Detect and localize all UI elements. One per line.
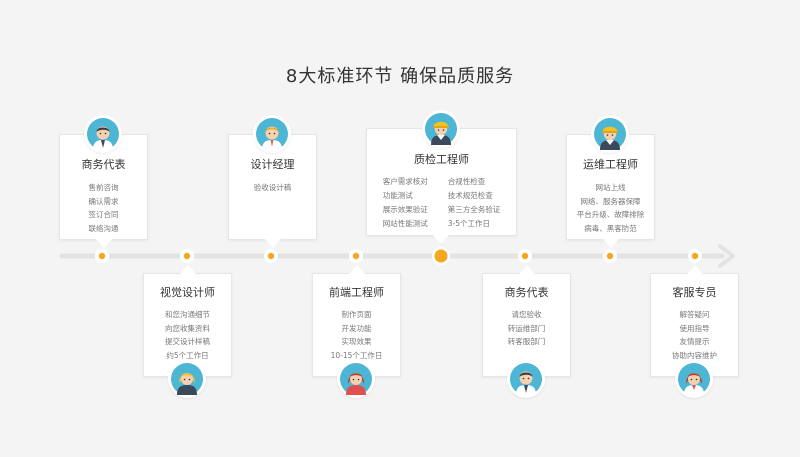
duty-item: 友情提示 — [679, 337, 710, 346]
card-pointer — [687, 265, 703, 274]
role-title: 设计经理 — [250, 158, 295, 171]
timeline-dot — [349, 249, 363, 263]
role-title: 商务代表 — [81, 158, 126, 171]
duty-item: 联络沟通 — [88, 223, 119, 233]
duty-item: 使用指导 — [679, 323, 710, 333]
role-duties: 网站上线 网络、服务器保障 平台升级、故障排除 病毒、黑客防范 — [567, 181, 654, 235]
duty-item: 确认需求 — [88, 196, 119, 206]
timeline-dot — [180, 249, 194, 263]
duty-item: 提交设计样稿 — [165, 337, 210, 346]
duty-item: 售前咨询 — [88, 183, 119, 192]
duty-item: 网络、服务器保障 — [580, 196, 641, 206]
card-pointer — [180, 265, 196, 274]
female-designer-avatar-icon — [168, 360, 206, 398]
duty-item: 转运维部门 — [507, 323, 546, 333]
male-design-manager-avatar-icon — [253, 115, 291, 153]
duty-item: 技术规范检查 — [447, 191, 493, 200]
role-title: 视觉设计师 — [160, 286, 215, 299]
duty-item: 客户需求核对 — [382, 177, 428, 186]
duty-item: 转客服部门 — [507, 337, 546, 346]
female-support-avatar-icon — [675, 360, 713, 398]
card-pointer — [433, 235, 449, 244]
role-duties: 请您验收 转运维部门 转客服部门 — [483, 308, 570, 349]
timeline-dot-highlight — [432, 247, 450, 265]
role-duties: 和您沟通细节 向您收集资料 提交设计样稿 约5个工作日 — [144, 308, 231, 362]
engineer-hardhat-avatar-icon — [591, 115, 629, 153]
female-frontend-avatar-icon — [337, 360, 375, 398]
duty-item: 请您验收 — [511, 310, 542, 319]
duty-item: 展示效果验证 — [382, 205, 428, 214]
role-title: 客服专员 — [672, 286, 717, 299]
role-duties: 解答疑问 使用指导 友情提示 协助内容维护 — [651, 308, 738, 362]
duties-column-right: 合规性检查 技术规范检查 第三方全务验证 3-5个工作日 — [448, 175, 501, 231]
duty-item: 实现效果 — [341, 337, 372, 346]
duty-item: 第三方全务验证 — [447, 205, 501, 214]
duty-item: 验收设计稿 — [253, 183, 292, 192]
duty-item: 功能测试 — [382, 191, 413, 200]
engineer-hardhat-avatar-icon — [422, 110, 460, 148]
duty-item: 平台升级、故障排除 — [576, 210, 645, 219]
card-pointer — [96, 239, 112, 248]
role-title: 运维工程师 — [583, 158, 638, 171]
duty-item: 签订合同 — [88, 210, 119, 219]
duty-item: 开发功能 — [341, 323, 372, 333]
role-title: 商务代表 — [504, 286, 549, 299]
duty-item: 网站性能测试 — [382, 219, 428, 228]
duty-item: 解答疑问 — [679, 310, 710, 319]
timeline-dot — [518, 249, 532, 263]
duty-item: 3-5个工作日 — [447, 219, 490, 228]
duty-item: 网站上线 — [595, 183, 626, 192]
timeline-dot — [603, 249, 617, 263]
duty-item: 制作页面 — [341, 310, 372, 319]
card-pointer — [265, 239, 281, 248]
male-business-rep-avatar-icon — [84, 115, 122, 153]
card-pointer — [519, 265, 535, 274]
duties-column-left: 客户需求核对 功能测试 展示效果验证 网站性能测试 — [383, 175, 428, 231]
card-pointer — [349, 265, 365, 274]
role-duties: 售前咨询 确认需求 签订合同 联络沟通 — [60, 181, 147, 235]
role-duties: 验收设计稿 — [229, 181, 316, 195]
duty-item: 病毒、黑客防范 — [584, 223, 637, 233]
timeline-dot — [264, 249, 278, 263]
role-duties: 制作页面 开发功能 实现效果 10-15个工作日 — [313, 308, 400, 362]
duty-item: 合规性检查 — [447, 177, 486, 186]
duty-item: 向您收集资料 — [165, 323, 210, 333]
male-business-rep-avatar-icon — [507, 360, 545, 398]
timeline-dot — [95, 249, 109, 263]
role-duties: 客户需求核对 功能测试 展示效果验证 网站性能测试 合规性检查 技术规范检查 第… — [367, 175, 516, 231]
role-title: 质检工程师 — [414, 153, 469, 166]
role-title: 前端工程师 — [329, 286, 384, 299]
card-pointer — [603, 239, 619, 248]
timeline-dot — [688, 249, 702, 263]
duty-item: 和您沟通细节 — [165, 310, 210, 319]
